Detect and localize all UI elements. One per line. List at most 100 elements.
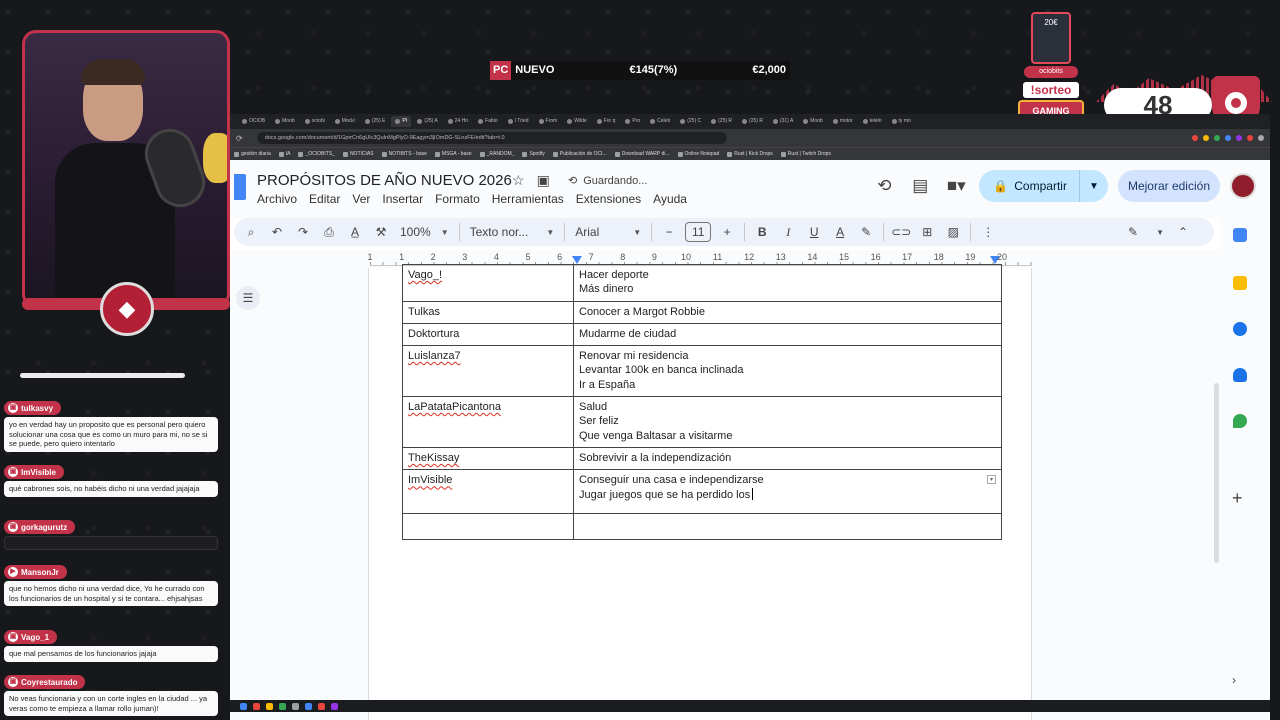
italic-icon[interactable]: I (775, 220, 801, 244)
browser-tab[interactable]: ty mo (888, 116, 915, 127)
chevron-right-icon[interactable]: › (1232, 673, 1236, 687)
taskbar-app-icon[interactable] (240, 702, 247, 710)
menu-icon[interactable] (1258, 135, 1264, 141)
taskbar-app-icon[interactable] (331, 702, 338, 710)
taskbar-app-icon[interactable] (305, 702, 312, 710)
browser-tab[interactable]: (25) A (413, 116, 441, 127)
menu-item[interactable]: Insertar (382, 192, 423, 206)
bold-icon[interactable]: B (749, 220, 775, 244)
browser-tab[interactable]: (31) A (769, 116, 797, 127)
bookmark-item[interactable]: _OCIOBITS_ (298, 151, 335, 157)
browser-tab[interactable]: Pro (621, 116, 644, 127)
browser-tab[interactable]: motor (829, 116, 857, 127)
add-addon-icon[interactable]: + (1232, 488, 1243, 509)
browser-tab[interactable]: Celeb (646, 116, 674, 127)
menu-item[interactable]: Herramientas (492, 192, 564, 206)
editing-mode-select[interactable]: ✎ ▼ (1122, 220, 1170, 244)
search-icon[interactable]: ⌕ (238, 220, 264, 244)
bookmark-item[interactable]: IA (278, 151, 290, 157)
upgrade-button[interactable]: Mejorar edición (1117, 170, 1220, 202)
insert-image-icon[interactable]: ▨ (940, 220, 966, 244)
browser-tab[interactable]: 24 Ho (444, 116, 472, 127)
bookmark-item[interactable]: Download WARP di... (614, 151, 670, 157)
table-cell-goals[interactable]: Salud Ser feliz Que venga Baltasar a visit… (573, 396, 1002, 448)
style-select[interactable]: Texto nor... ▼ (464, 220, 561, 244)
table-cell-name[interactable]: LaPatataPicantona (402, 396, 574, 448)
keep-icon[interactable] (1233, 276, 1247, 290)
table-cell-name[interactable]: TheKissay (402, 446, 574, 471)
browser-tab[interactable]: Moob (271, 116, 299, 127)
taskbar-app-icon[interactable] (279, 702, 286, 710)
indent-marker[interactable] (572, 256, 582, 264)
link-icon[interactable]: ⊂⊃ (888, 220, 914, 244)
extension-icon[interactable] (1236, 135, 1242, 141)
extension-icon[interactable] (1214, 135, 1220, 141)
browser-tab[interactable]: (25) R (738, 116, 767, 127)
zoom-select[interactable]: 100% ▼ (394, 220, 455, 244)
font-select[interactable]: Arial ▼ (569, 220, 647, 244)
browser-tab[interactable]: Mocki (331, 116, 359, 127)
bookmark-item[interactable]: NOTIBITS - base (381, 151, 427, 157)
browser-tab[interactable]: Moob (799, 116, 827, 127)
share-button[interactable]: 🔒 Compartir ▼ (979, 170, 1108, 202)
table-cell-name[interactable]: ImVisible (402, 469, 574, 514)
outline-icon[interactable]: ☰ (236, 286, 260, 310)
table-cell-goals[interactable]: Renovar mi residencia Levantar 100k en ba… (573, 345, 1002, 398)
browser-tab[interactable]: ociobi (301, 116, 329, 127)
bookmark-item[interactable]: _RANDOM_ (479, 151, 514, 157)
move-folder-icon[interactable]: ▣ (537, 172, 550, 189)
menu-item[interactable]: Editar (309, 192, 340, 206)
more-options-icon[interactable]: ⋮ (975, 220, 1001, 244)
reload-icon[interactable]: ⟳ (236, 134, 243, 143)
bookmark-item[interactable]: NOTICIAS (342, 151, 374, 157)
redo-icon[interactable]: ↷ (290, 220, 316, 244)
underline-icon[interactable]: U (801, 220, 827, 244)
extension-icon[interactable] (1203, 135, 1209, 141)
comments-icon[interactable]: ▤ (907, 176, 933, 196)
table-cell-goals[interactable]: Mudarme de ciudad (573, 322, 1002, 347)
menu-item[interactable]: Ayuda (653, 192, 687, 206)
bookmark-item[interactable]: Rust | Twitch Drops (780, 151, 831, 157)
table-cell-goals[interactable]: Sobrevivir a la independización (573, 446, 1002, 471)
meet-icon[interactable]: ■▾ (943, 176, 969, 196)
table-cell-goals[interactable]: Conocer a Margot Robbie (573, 300, 1002, 324)
table-cell-goals[interactable] (573, 512, 1002, 540)
table-cell-name[interactable]: Vago_! (402, 264, 574, 302)
document-page[interactable]: Vago_! Hacer deporte Más dinero Tulkas Conoc… (368, 264, 1032, 720)
menu-item[interactable]: Archivo (257, 192, 297, 206)
table-cell-name[interactable] (402, 512, 574, 540)
taskbar-app-icon[interactable] (266, 702, 273, 710)
star-icon[interactable]: ☆ (512, 172, 525, 189)
browser-tab[interactable]: (25) C (676, 116, 705, 127)
table-cell-name[interactable]: Tulkas (402, 300, 574, 324)
increase-font-icon[interactable]: + (714, 220, 740, 244)
tasks-icon[interactable] (1233, 322, 1247, 336)
bookmark-item[interactable]: Spotify (522, 151, 545, 157)
table-cell-goals[interactable]: ▾ Conseguir una casa e independizarse Juga… (573, 469, 1002, 514)
address-bar[interactable]: docs.google.com/document/d/1GprrCn6gUlc3… (256, 132, 727, 144)
maps-icon[interactable] (1233, 414, 1247, 428)
browser-tab[interactable]: Fabio (474, 116, 502, 127)
browser-tab[interactable]: (25) E (361, 116, 390, 127)
document-title[interactable]: PROPÓSITOS DE AÑO NUEVO 2026 (257, 172, 512, 189)
browser-tab[interactable]: teleln (859, 116, 886, 127)
collapse-menu-icon[interactable]: ⌃ (1170, 220, 1196, 244)
cell-menu-icon[interactable]: ▾ (987, 475, 996, 485)
contacts-icon[interactable] (1233, 368, 1247, 382)
browser-tab[interactable]: I Tried (504, 116, 533, 127)
browser-tab[interactable]: From (535, 116, 562, 127)
add-comment-icon[interactable]: ⊞ (914, 220, 940, 244)
browser-tab[interactable]: (25) R (707, 116, 736, 127)
resolutions-table[interactable]: Vago_! Hacer deporte Más dinero Tulkas Conoc… (402, 264, 1002, 540)
highlight-icon[interactable]: ✎ (853, 220, 879, 244)
bookmark-item[interactable]: MSGA - base (434, 151, 472, 157)
print-icon[interactable]: ⎙ (316, 220, 342, 244)
avatar[interactable] (1230, 173, 1256, 199)
menu-item[interactable]: Ver (352, 192, 370, 206)
history-icon[interactable]: ⟲ (871, 176, 897, 196)
paint-format-icon[interactable]: ⚒ (368, 220, 394, 244)
table-cell-name[interactable]: Luislanza7 (402, 345, 574, 398)
font-size-input[interactable]: 11 (682, 220, 714, 244)
calendar-icon[interactable] (1233, 228, 1247, 242)
bookmark-item[interactable]: Online Notepad (677, 151, 719, 157)
